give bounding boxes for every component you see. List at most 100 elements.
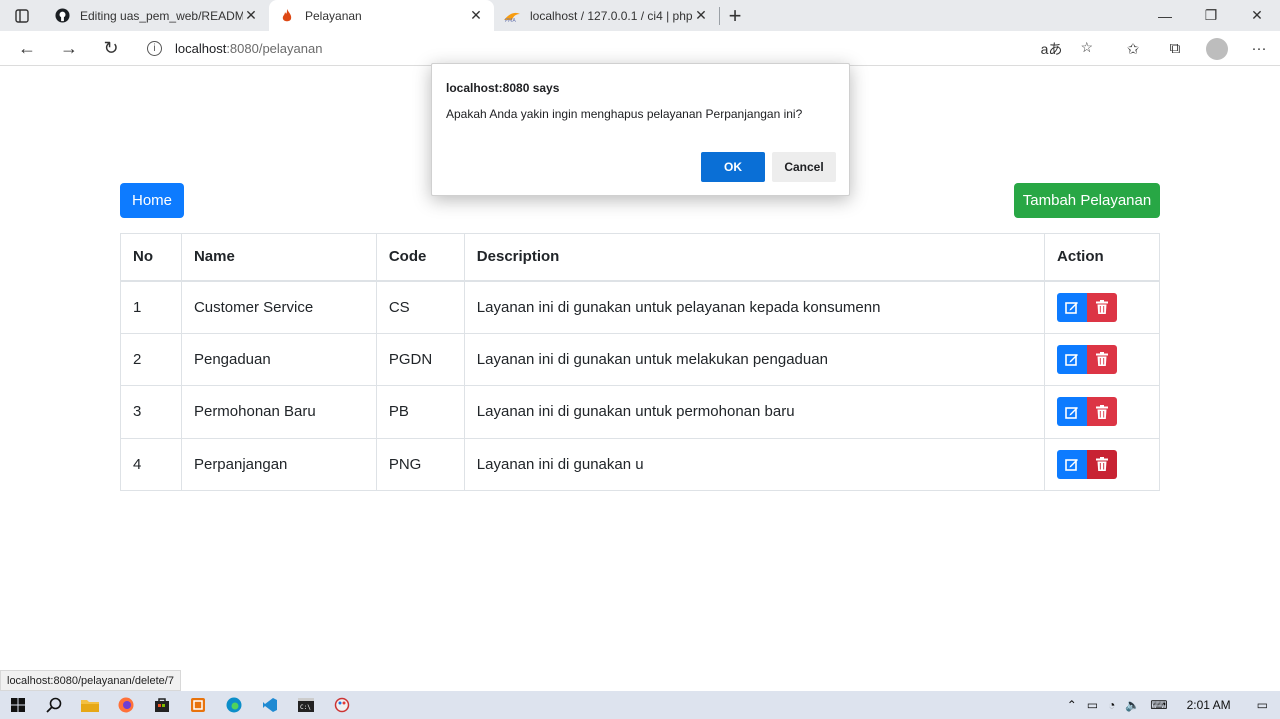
cell-description: Layanan ini di gunakan untuk melakukan p… [463,332,1046,386]
restore-button[interactable]: ❐ [1188,0,1234,31]
cell-no: 1 [120,280,182,334]
header-action: Action [1044,233,1160,282]
tab-pelayanan[interactable]: Pelayanan ✕ [269,0,494,31]
tab-title: Editing uas_pem_web/README.n [80,8,243,23]
cell-action [1044,332,1160,386]
search-button[interactable] [36,691,72,719]
table-header-row: No Name Code Description Action [120,233,1160,282]
cell-name: Perpanjangan [180,437,377,491]
keyboard-icon[interactable]: ⌨ [1145,698,1172,712]
volume-icon[interactable]: 🔈 [1120,698,1145,712]
services-table: No Name Code Description Action 1 Custom… [120,233,1160,491]
dialog-ok-button[interactable]: OK [701,152,765,182]
cell-name: Customer Service [180,280,377,334]
dialog-cancel-button[interactable]: Cancel [772,152,836,182]
delete-button[interactable] [1087,397,1118,427]
cell-code: PNG [375,437,465,491]
start-button[interactable] [0,691,36,719]
vscode-button[interactable] [252,691,288,719]
back-button[interactable]: ← [6,32,48,64]
settings-menu-button[interactable]: ··· [1238,40,1280,57]
table-row: 2 Pengaduan PGDN Layanan ini di gunakan … [120,332,1160,386]
url-path: :8080/pelayanan [226,41,323,56]
terminal-button[interactable]: C:\ [288,691,324,719]
more-icon: ··· [1251,40,1267,57]
close-tab-icon[interactable]: ✕ [468,7,484,24]
plus-icon: + [728,2,742,28]
tab-actions-icon [15,8,29,23]
refresh-button[interactable]: ↻ [90,32,132,64]
edit-icon [1065,302,1079,314]
trash-icon [1096,352,1109,367]
header-code: Code [375,233,465,282]
edit-button[interactable] [1057,344,1088,374]
file-explorer-button[interactable] [72,691,108,719]
add-favorite-icon[interactable]: ☆ [1080,39,1093,59]
cell-code: PGDN [375,332,465,386]
minimize-button[interactable]: — [1142,0,1188,31]
address-bar[interactable]: i localhost:8080/pelayanan aあ ☆ [135,34,1101,63]
header-no: No [120,233,182,282]
info-icon[interactable]: i [147,41,162,56]
table-row: 3 Permohonan Baru PB Layanan ini di guna… [120,385,1160,439]
edit-button[interactable] [1057,449,1088,479]
cell-no: 2 [120,332,182,386]
edit-icon [1065,354,1079,367]
arrow-left-icon: ← [18,37,36,58]
codeigniter-icon [279,8,295,24]
confirm-dialog: localhost:8080 says Apakah Anda yakin in… [431,63,850,196]
clock[interactable]: 2:01 AM [1173,698,1245,712]
home-button[interactable]: Home [120,183,184,218]
close-tab-icon[interactable]: ✕ [693,7,709,24]
refresh-icon: ↻ [103,37,119,58]
edge-button[interactable] [216,691,252,719]
favorites-icon: ✩ [1126,40,1140,58]
paint-icon [334,697,350,713]
favorites-button[interactable]: ✩ [1112,40,1154,58]
tab-title: localhost / 127.0.0.1 / ci4 | phpM [530,8,693,23]
notifications-button[interactable]: ▭ [1245,698,1280,712]
edit-icon [1065,406,1079,419]
edit-button[interactable] [1057,292,1088,322]
tab-phpmyadmin[interactable]: PMA localhost / 127.0.0.1 / ci4 | phpM ✕ [494,0,719,31]
forward-button[interactable]: → [48,32,90,64]
delete-button[interactable] [1087,292,1118,322]
restore-icon: ❐ [1204,7,1218,23]
tab-title: Pelayanan [305,8,362,23]
trash-icon [1096,404,1109,419]
header-name: Name [180,233,377,282]
dialog-message: Apakah Anda yakin ingin menghapus pelaya… [446,107,803,121]
svg-text:PMA: PMA [505,18,516,22]
app-icon [191,698,205,712]
battery-icon[interactable]: ▭ [1082,698,1103,712]
paint-button[interactable] [324,691,360,719]
new-tab-button[interactable]: + [720,0,750,31]
cell-action [1044,280,1160,334]
tab-github[interactable]: Editing uas_pem_web/README.n ✕ [44,0,269,31]
read-aloud-icon[interactable]: aあ [1041,39,1063,59]
browser-toolbar: ← → ↻ i localhost:8080/pelayanan aあ ☆ ✩ … [0,31,1280,66]
close-window-button[interactable]: ✕ [1234,0,1280,31]
close-tab-icon[interactable]: ✕ [243,7,259,24]
cell-description: Layanan ini di gunakan untuk pelayanan k… [463,280,1046,334]
close-icon: ✕ [1251,7,1263,23]
cell-description: Layanan ini di gunakan untuk permohonan … [463,385,1046,439]
store-button[interactable] [144,691,180,719]
sublime-button[interactable] [180,691,216,719]
collections-icon: ⧉ [1169,40,1181,57]
chevron-up-icon: ⌃ [1066,698,1077,712]
vscode-icon [263,698,277,712]
edit-button[interactable] [1057,397,1088,427]
table-row: 4 Perpanjangan PNG Layanan ini di gunaka… [120,437,1160,491]
add-service-button[interactable]: Tambah Pelayanan [1014,183,1160,218]
tab-actions-button[interactable] [0,0,44,31]
firefox-button[interactable] [108,691,144,719]
avatar[interactable] [1206,37,1228,60]
delete-button[interactable] [1087,344,1118,374]
header-description: Description [463,233,1046,282]
github-icon [54,8,70,24]
collections-button[interactable]: ⧉ [1154,40,1196,57]
delete-button[interactable] [1087,449,1118,479]
wifi-icon[interactable]: ◔ [1103,698,1120,712]
show-hidden-icons[interactable]: ⌃ [1062,698,1082,712]
